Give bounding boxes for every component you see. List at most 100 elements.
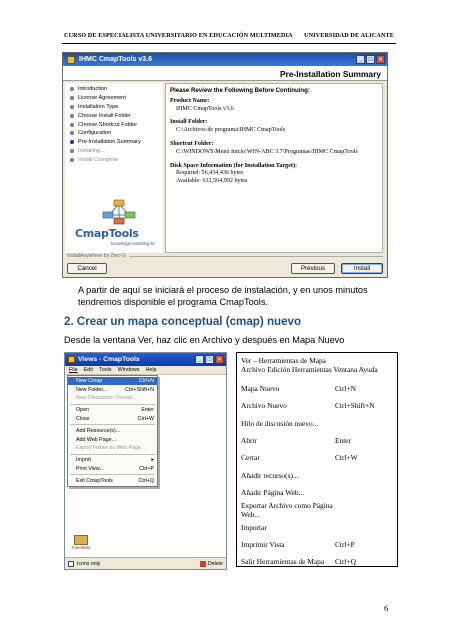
logo-subtitle: knowledge modeling kit: [111, 241, 155, 246]
translation-row: Exportar Archivo como Página Web...: [241, 501, 393, 519]
required-space: Required: 56,434,436 bytes: [176, 170, 244, 177]
file-menu-item[interactable]: Close Ctrl+W: [68, 415, 157, 423]
installer-window: IHMC CmapTools v3.6 _ □ × Pre-Installati…: [62, 52, 388, 278]
maximize-icon[interactable]: □: [366, 55, 375, 64]
translation-shortcut: Ctrl+N: [335, 384, 357, 394]
menu-item-shortcut: ▸: [151, 457, 154, 464]
menubar-item[interactable]: Tools: [99, 367, 112, 373]
translation-title: Ver – Herramientas de Mapa: [241, 356, 326, 365]
translation-row: Imprimir Vista Ctrl+P: [241, 536, 393, 553]
translation-shortcut: Ctrl+Q: [335, 557, 357, 567]
menubar-item[interactable]: Windows: [118, 367, 140, 373]
favorites-label: Favorites: [71, 545, 91, 550]
menu-separator: [70, 453, 155, 455]
menu-item-shortcut: Ctrl+Shift+N: [125, 386, 154, 393]
close-icon[interactable]: ×: [376, 55, 385, 64]
translation-shortcut: Enter: [335, 436, 352, 446]
menu-item-label: Exit CmapTools: [76, 478, 113, 485]
views-window-title: Views - CmapTools: [78, 356, 140, 363]
translation-shortcut: Ctrl+P: [335, 539, 355, 549]
file-menu-dropdown: New Cmap Ctrl+N New Folder... Ctrl+Shift+N N…: [67, 375, 158, 488]
step-label: License Agreement: [78, 95, 126, 102]
step-bullet-icon: [70, 104, 74, 109]
step-label: Pre-Installation Summary: [78, 139, 141, 146]
menu-item-label: Print View...: [76, 465, 104, 472]
translation-row: Cerrar Ctrl+W: [241, 449, 393, 466]
step-label: Choose Install Folder: [78, 112, 131, 119]
installer-titlebar: IHMC CmapTools v3.6 _ □ ×: [63, 53, 387, 66]
header-course: CURSO DE ESPECIALISTA UNIVERSITARIO EN E…: [64, 32, 293, 39]
file-menu-item[interactable]: Print View... Ctrl+P: [68, 465, 157, 473]
views-titlebar: Views - CmapTools _ □ ×: [65, 353, 226, 366]
step-label: Introduction: [78, 86, 108, 93]
views-window: Views - CmapTools _ □ × File Edit Tools Win…: [64, 352, 227, 570]
file-menu-item[interactable]: Import ▸: [68, 456, 157, 464]
folder-icon: [74, 535, 88, 545]
menu-item-shortcut: Ctrl+W: [137, 415, 154, 422]
step-bullet-icon: [70, 113, 74, 118]
concept-map-icon: [102, 199, 136, 225]
step-bullet-icon: [70, 87, 74, 92]
translation-label: Cerrar: [241, 453, 260, 463]
step-bullet-icon: [70, 140, 74, 145]
translation-menubar: Archivo Edición Herramientas Ventana Ayu…: [241, 365, 378, 374]
file-menu-item: New Discussion Thread...: [68, 394, 157, 402]
translation-row: Archivo Nuevo Ctrl+Shift+N: [241, 397, 393, 414]
installanywhere-credit: InstallAnywhere by Zero G: [67, 253, 126, 259]
menu-item-label: Export Folder as Web Page...: [76, 444, 146, 451]
menu-item-label: New Discussion Thread...: [76, 394, 137, 401]
step-label: Install Complete: [78, 156, 119, 163]
menu-item-label: Import: [76, 457, 92, 464]
close-icon[interactable]: ×: [215, 355, 224, 364]
menu-item-shortcut: Enter: [141, 407, 154, 414]
instruction-paragraph: Desde la ventana Ver, haz clic en Archiv…: [64, 335, 345, 345]
translation-label: Hilo de discusión nuevo...: [241, 418, 319, 428]
file-menu-item[interactable]: New Cmap Ctrl+N: [68, 377, 157, 386]
step-bullet-icon: [70, 122, 74, 127]
shortcut-folder-label: Shortcut Folder:: [170, 140, 214, 147]
installer-step: Pre-Installation Summary: [65, 138, 163, 147]
translation-row: Hilo de discusión nuevo...: [241, 415, 393, 432]
translation-row: Importar: [241, 518, 393, 535]
step-bullet-icon: [70, 157, 74, 162]
file-menu-item[interactable]: Open Enter: [68, 406, 157, 414]
menu-item-shortcut: Ctrl+P: [139, 465, 154, 472]
translation-row: Salir Herramientas de Mapa Ctrl+Q: [241, 553, 393, 567]
file-menu-item[interactable]: Add Web Page...: [68, 435, 157, 443]
delete-icon: [200, 560, 206, 567]
previous-button[interactable]: Previous: [291, 263, 335, 274]
menubar-item[interactable]: Edit: [84, 367, 93, 373]
menubar-item[interactable]: Help: [145, 367, 156, 373]
menu-item-label: Close: [76, 415, 90, 422]
translation-shortcut: Ctrl+Shift+N: [335, 401, 375, 411]
installer-step: Choose Install Folder: [65, 111, 163, 120]
translation-row: Abrir Enter: [241, 432, 393, 449]
cancel-button[interactable]: Cancel: [67, 263, 107, 274]
translation-label: Añadir recurso(s)...: [241, 470, 299, 480]
menubar-item[interactable]: File: [69, 367, 78, 373]
step-bullet-icon: [70, 131, 74, 136]
favorites-item[interactable]: Favorites: [69, 535, 93, 551]
translation-label: Añadir Página Web...: [241, 487, 305, 497]
menu-item-shortcut: Ctrl+N: [138, 378, 154, 385]
translation-label: Abrir: [241, 436, 258, 446]
maximize-icon[interactable]: □: [205, 355, 214, 364]
menu-separator: [70, 403, 155, 405]
install-button[interactable]: Install: [341, 263, 383, 274]
minimize-icon[interactable]: _: [195, 355, 204, 364]
translation-label: Imprimir Vista: [241, 539, 285, 549]
header-rule: [62, 43, 396, 44]
file-menu-item[interactable]: Add Resource(s)...: [68, 427, 157, 435]
icons-only-checkbox[interactable]: [68, 560, 74, 567]
minimize-icon[interactable]: _: [356, 55, 365, 64]
file-menu-item[interactable]: Exit CmapTools Ctrl+Q: [68, 477, 157, 485]
file-menu-item[interactable]: New Folder... Ctrl+Shift+N: [68, 385, 157, 393]
installer-step: Installation Type: [65, 103, 163, 112]
installer-footer: InstallAnywhere by Zero G: [67, 253, 383, 259]
delete-button[interactable]: Delete: [200, 560, 223, 567]
shortcut-folder-value: C:\WINDOWS\Menú Inicio\WIN-ABC 3.7\Progr…: [176, 148, 358, 155]
translation-label: Archivo Nuevo: [241, 401, 287, 411]
menu-separator: [70, 474, 155, 476]
menu-item-label: Open: [76, 407, 89, 414]
installer-step: Installing...: [65, 147, 163, 156]
